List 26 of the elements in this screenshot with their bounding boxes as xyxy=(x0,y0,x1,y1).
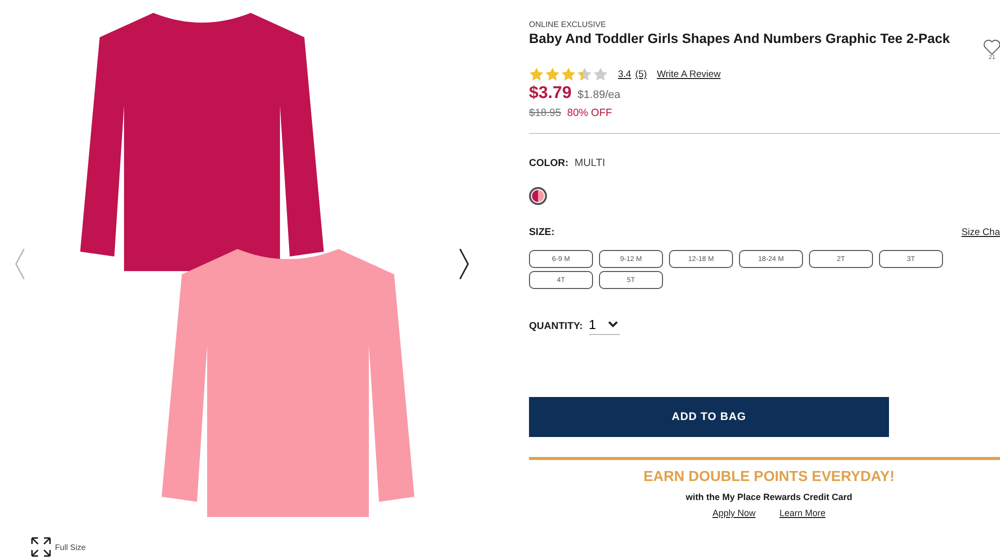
online-exclusive-label: ONLINE EXCLUSIVE xyxy=(529,20,607,29)
add-to-bag-button[interactable]: ADD TO BAG xyxy=(529,397,889,437)
promo-headline: EARN DOUBLE POINTS EVERYDAY! xyxy=(643,469,895,485)
size-label: SIZE: xyxy=(529,227,555,238)
unit-price: $1.89/ea xyxy=(578,89,620,101)
promo-link[interactable]: Apply Now xyxy=(712,508,756,518)
full-size-label[interactable]: Full Size xyxy=(55,542,86,552)
size-chart-link[interactable]: Size Cha xyxy=(961,227,1000,238)
promo-subline: with the My Place Rewards Credit Card xyxy=(686,492,852,502)
write-review-link[interactable]: Write A Review xyxy=(656,69,721,80)
original-price: $18.95 xyxy=(529,107,562,119)
chevron-right-icon[interactable] xyxy=(458,248,470,280)
heart-icon[interactable] xyxy=(983,39,1000,55)
product-title: Baby And Toddler Girls Shapes And Numbers Graphic Tee 2-Pack xyxy=(529,31,950,46)
quantity-label: QUANTITY: xyxy=(529,320,583,332)
color-label: COLOR: xyxy=(529,158,568,169)
discount-label: 80% OFF xyxy=(567,107,612,119)
quantity-dropdown[interactable]: 1 xyxy=(588,317,620,335)
color-swatch[interactable] xyxy=(529,187,547,205)
rating-score-link[interactable]: 3.4 xyxy=(618,69,632,80)
chevron-down-icon xyxy=(608,321,618,328)
review-count-link[interactable]: (5) xyxy=(635,69,647,80)
sale-price: $3.79 xyxy=(529,83,572,103)
expand-icon[interactable] xyxy=(31,537,51,557)
color-value: MULTI xyxy=(574,157,606,169)
promo-link[interactable]: Learn More xyxy=(780,508,826,518)
